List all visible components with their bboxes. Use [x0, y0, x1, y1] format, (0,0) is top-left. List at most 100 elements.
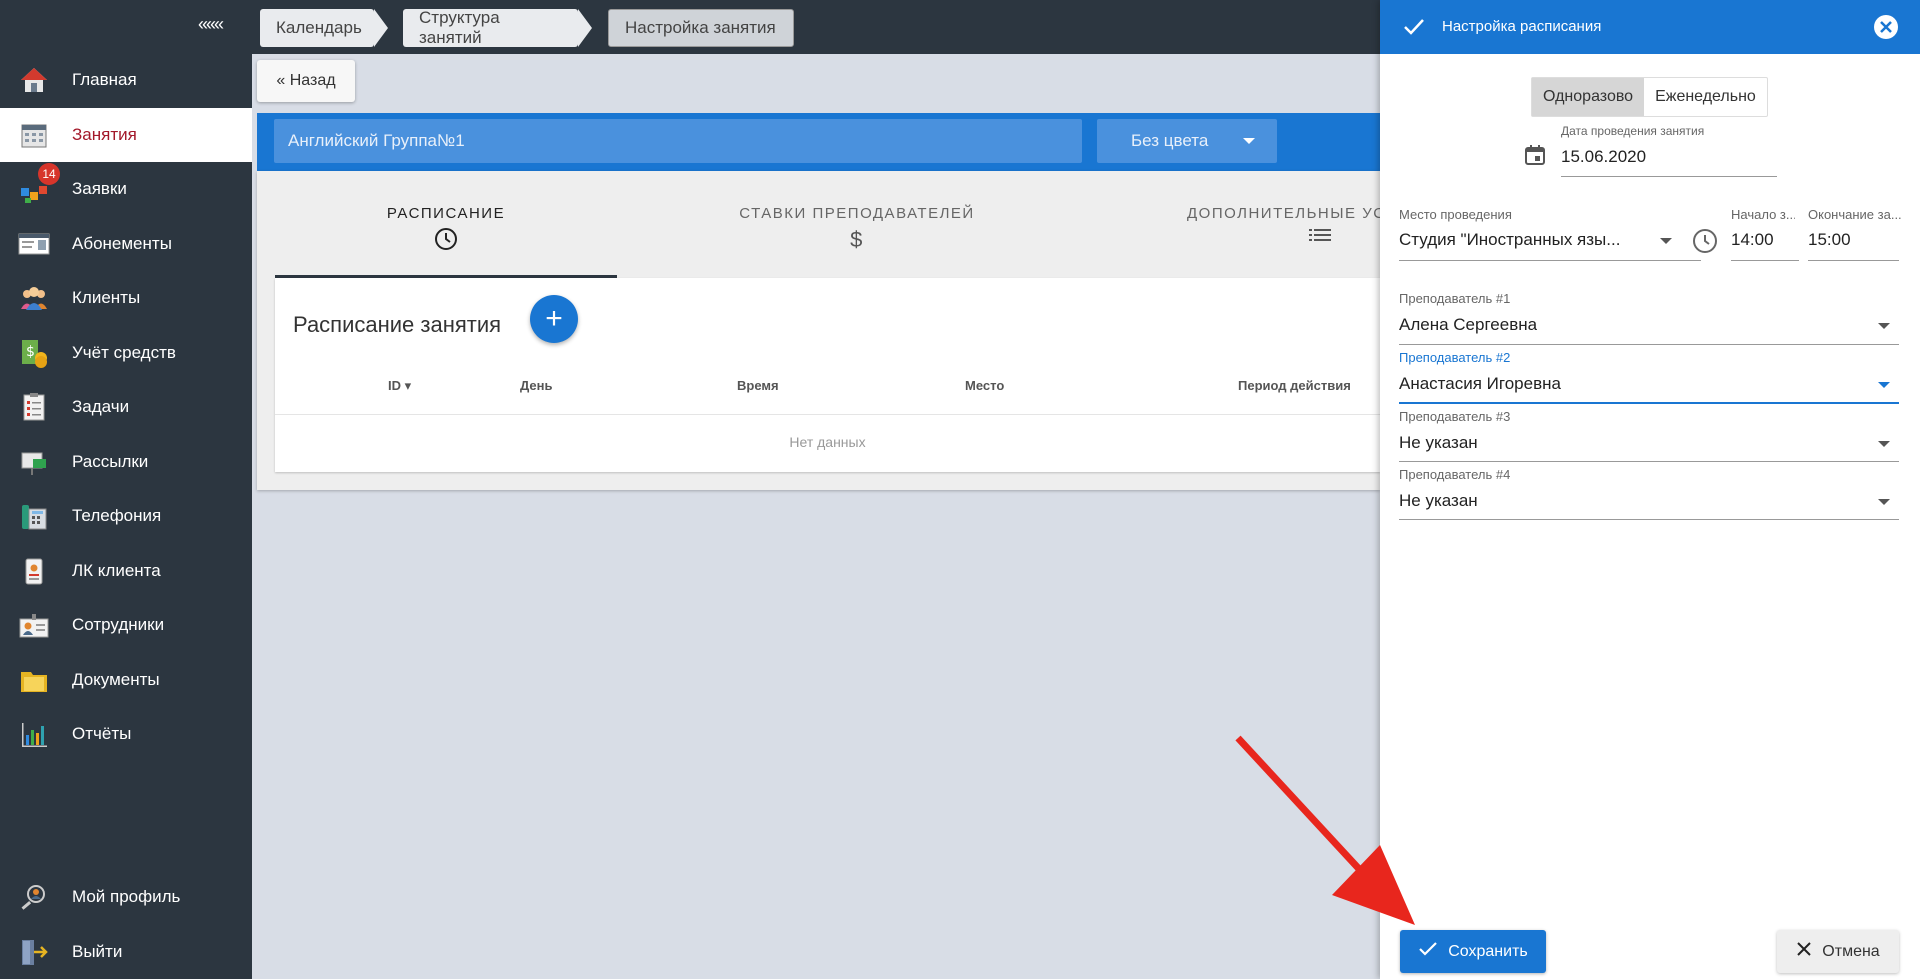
- sidebar-item-clients[interactable]: Клиенты: [0, 271, 252, 326]
- collapse-sidebar-button[interactable]: «««: [198, 14, 224, 35]
- column-id[interactable]: ID ▾: [388, 378, 411, 394]
- sidebar-item-telephony[interactable]: Телефония: [0, 489, 252, 544]
- start-time-input[interactable]: 14:00: [1731, 230, 1774, 250]
- chevron-down-icon[interactable]: [1878, 499, 1890, 505]
- breadcrumb-lesson-settings[interactable]: Настройка занятия: [608, 9, 794, 47]
- add-schedule-button[interactable]: +: [530, 295, 578, 343]
- sidebar-item-profile[interactable]: Мой профиль: [0, 870, 252, 925]
- sidebar-item-tasks[interactable]: Задачи: [0, 380, 252, 435]
- reports-icon: [18, 718, 50, 750]
- empty-table-message: Нет данных: [789, 434, 866, 450]
- money-icon: $: [18, 337, 50, 369]
- column-period[interactable]: Период действия: [1238, 378, 1351, 393]
- teacher-1-underline: [1399, 344, 1899, 345]
- sidebar-item-finance[interactable]: $ Учёт средств: [0, 326, 252, 381]
- teacher-1-select[interactable]: Алена Сергеевна: [1399, 315, 1537, 335]
- dollar-icon: $: [850, 227, 864, 252]
- clock-icon: [1692, 228, 1718, 259]
- schedule-title: Расписание занятия: [293, 312, 502, 337]
- date-label: Дата проведения занятия: [1561, 124, 1705, 138]
- teacher-2-select[interactable]: Анастасия Игоревна: [1399, 374, 1561, 394]
- sidebar-item-requests[interactable]: 14 Заявки: [0, 162, 252, 217]
- profile-icon: [18, 881, 50, 913]
- schedule-mode-toggle: Одноразово Еженедельно: [1531, 77, 1768, 117]
- sidebar-item-label: Сотрудники: [72, 615, 165, 635]
- breadcrumb-lesson-structure[interactable]: Структура занятий: [403, 8, 592, 47]
- teacher-4-underline: [1399, 519, 1899, 520]
- lesson-tabs-card: РАСПИСАНИЕ СТАВКИ ПРЕПОДАВАТЕЛЕЙ $ ДОПОЛ…: [257, 171, 1380, 490]
- sidebar-item-lessons[interactable]: Занятия: [0, 107, 252, 162]
- sidebar-item-label: Абонементы: [72, 233, 172, 253]
- tab-teacher-rates-label: СТАВКИ ПРЕПОДАВАТЕЛЕЙ: [739, 205, 975, 222]
- logout-icon: [18, 936, 50, 968]
- end-time-label: Окончание за...: [1808, 207, 1902, 222]
- sidebar-item-label: Документы: [72, 669, 160, 689]
- tab-schedule-label: РАСПИСАНИЕ: [386, 205, 506, 222]
- sidebar-item-label: ЛК клиента: [72, 560, 161, 580]
- date-underline: [1561, 176, 1777, 177]
- chevron-down-icon[interactable]: [1878, 382, 1890, 388]
- teacher-4-select[interactable]: Не указан: [1399, 491, 1478, 511]
- date-input[interactable]: 15.06.2020: [1561, 147, 1646, 167]
- cancel-button[interactable]: Отмена: [1777, 930, 1899, 973]
- schedule-settings-drawer: Настройка расписания Одноразово Еженедел…: [1380, 0, 1920, 979]
- tasks-icon: [18, 391, 50, 423]
- teacher-1-label: Преподаватель #1: [1399, 291, 1511, 306]
- place-select[interactable]: Студия "Иностранных язы...: [1399, 230, 1619, 250]
- place-label: Место проведения: [1399, 207, 1512, 222]
- column-day[interactable]: День: [520, 378, 553, 393]
- tab-teacher-rates[interactable]: СТАВКИ ПРЕПОДАВАТЕЛЕЙ $: [657, 171, 1057, 278]
- check-icon: [1402, 15, 1426, 44]
- sidebar-bottom-nav: Мой профиль Выйти: [0, 870, 252, 979]
- client-account-icon: [18, 555, 50, 587]
- sidebar: ««« Главная Занятия 14 Заявки Абонементы…: [0, 0, 252, 979]
- tab-additional[interactable]: ДОПОЛНИТЕЛЬНЫЕ УС...: [1087, 171, 1380, 278]
- start-time-label: Начало з...: [1731, 207, 1795, 222]
- mode-once-button[interactable]: Одноразово: [1532, 78, 1645, 116]
- sidebar-item-label: Телефония: [72, 506, 162, 526]
- tab-additional-label: ДОПОЛНИТЕЛЬНЫЕ УС...: [1187, 205, 1380, 222]
- sidebar-item-logout[interactable]: Выйти: [0, 925, 252, 979]
- end-time-input[interactable]: 15:00: [1808, 230, 1851, 250]
- cancel-button-label: Отмена: [1822, 942, 1880, 960]
- color-select[interactable]: Без цвета: [1097, 119, 1277, 163]
- svg-text:$: $: [26, 344, 35, 360]
- teacher-3-select[interactable]: Не указан: [1399, 433, 1478, 453]
- column-place[interactable]: Место: [965, 378, 1004, 393]
- teacher-2-label: Преподаватель #2: [1399, 350, 1511, 365]
- column-time[interactable]: Время: [737, 378, 779, 393]
- teacher-4-label: Преподаватель #4: [1399, 467, 1511, 482]
- list-icon: [1087, 227, 1380, 243]
- sidebar-item-label: Главная: [72, 70, 137, 90]
- tab-schedule[interactable]: РАСПИСАНИЕ: [275, 171, 617, 278]
- back-button[interactable]: « Назад: [257, 60, 355, 102]
- teacher-3-underline: [1399, 461, 1899, 462]
- schedule-panel: Расписание занятия + ID ▾ День Время Мес…: [275, 278, 1380, 472]
- sidebar-item-documents[interactable]: Документы: [0, 653, 252, 708]
- chevron-down-icon[interactable]: [1660, 238, 1672, 244]
- close-icon: [1796, 941, 1812, 962]
- requests-badge: 14: [38, 163, 60, 186]
- chevron-down-icon[interactable]: [1878, 323, 1890, 329]
- color-select-value: Без цвета: [1131, 131, 1209, 150]
- drawer-title: Настройка расписания: [1442, 18, 1602, 35]
- sidebar-item-label: Учёт средств: [72, 342, 176, 362]
- sidebar-item-employees[interactable]: Сотрудники: [0, 598, 252, 653]
- table-header-divider: [275, 414, 1380, 415]
- sidebar-item-label: Заявки: [72, 179, 127, 199]
- breadcrumb: Календарь Структура занятий Настройка за…: [252, 0, 1380, 54]
- chevron-down-icon[interactable]: [1878, 441, 1890, 447]
- sidebar-nav: Главная Занятия 14 Заявки Абонементы Кли…: [0, 53, 252, 762]
- documents-icon: [18, 664, 50, 696]
- close-icon[interactable]: [1874, 15, 1898, 39]
- mode-weekly-button[interactable]: Еженедельно: [1644, 78, 1767, 116]
- sidebar-item-reports[interactable]: Отчёты: [0, 707, 252, 762]
- sidebar-item-mailings[interactable]: Рассылки: [0, 435, 252, 490]
- sidebar-item-client-account[interactable]: ЛК клиента: [0, 544, 252, 599]
- lesson-name-input[interactable]: Английский Группа№1: [274, 119, 1082, 163]
- sidebar-item-home[interactable]: Главная: [0, 53, 252, 108]
- sidebar-item-subscriptions[interactable]: Абонементы: [0, 217, 252, 272]
- event-icon[interactable]: [1523, 143, 1547, 172]
- breadcrumb-calendar[interactable]: Календарь: [260, 9, 388, 47]
- phone-icon: [18, 500, 50, 532]
